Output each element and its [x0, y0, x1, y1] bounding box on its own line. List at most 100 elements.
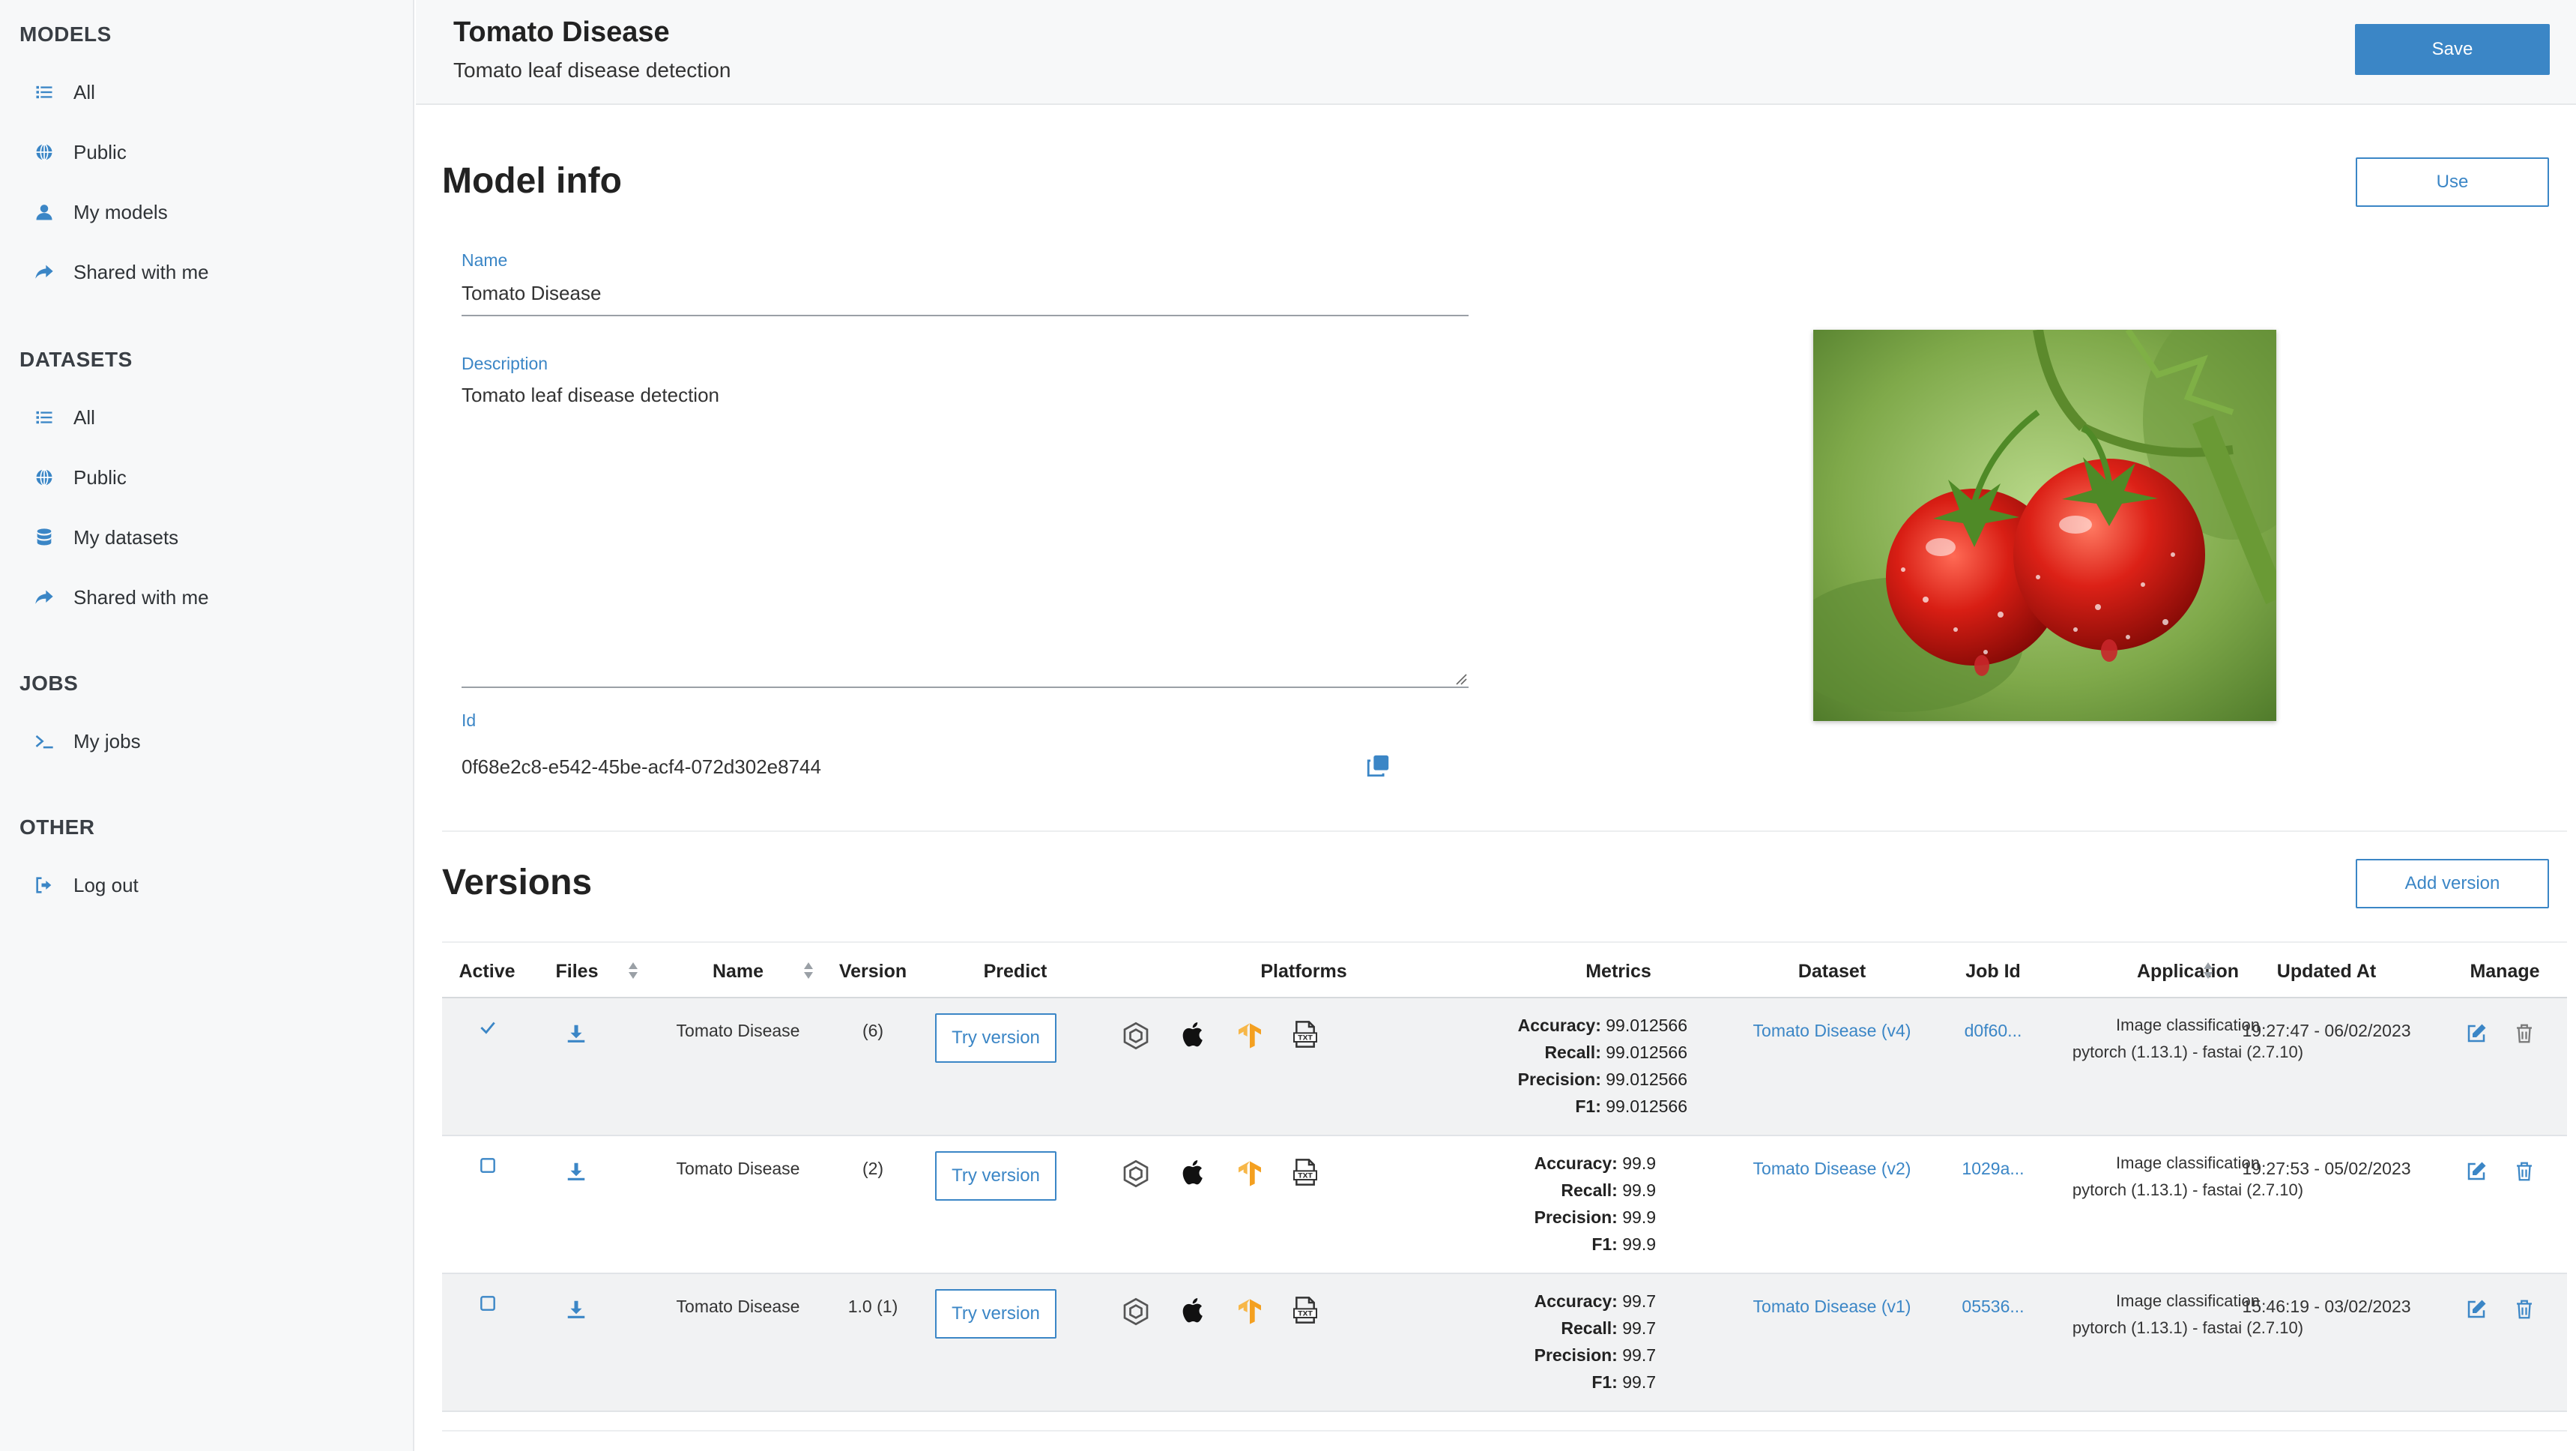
dataset-link[interactable]: Tomato Disease (v1)	[1731, 1297, 1933, 1317]
sidebar-item-my-datasets[interactable]: My datasets	[33, 519, 393, 556]
checkbox-icon[interactable]	[478, 1294, 498, 1313]
logout-icon	[33, 874, 55, 896]
sidebar-item-label: Shared with me	[73, 585, 209, 609]
sort-icon[interactable]	[803, 961, 814, 980]
download-icon[interactable]	[565, 1298, 587, 1321]
version-metrics: Accuracy: 99.7 Recall: 99.7 Precision: 9…	[1534, 1291, 1656, 1392]
edit-icon[interactable]	[2465, 1298, 2488, 1321]
sidebar-section-models: MODELS	[19, 22, 112, 46]
sidebar-item-label: Public	[73, 465, 127, 489]
share-icon	[33, 586, 55, 609]
sidebar-item-label: My datasets	[73, 525, 179, 549]
table-header: Active Files Name Version Predict Platfo…	[442, 941, 2567, 998]
table-row: Tomato Disease (2) Try version TXT Accur…	[442, 1136, 2567, 1274]
check-icon[interactable]	[478, 1018, 498, 1037]
version-metrics: Accuracy: 99.9 Recall: 99.9 Precision: 9…	[1534, 1153, 1656, 1254]
job-id-link[interactable]: d0f60...	[1933, 1021, 2053, 1041]
list-icon	[33, 81, 55, 103]
description-field[interactable]: Tomato leaf disease detection	[462, 384, 719, 407]
sidebar-item-label: Log out	[73, 873, 139, 896]
try-version-button[interactable]: Try version	[935, 1289, 1056, 1339]
trash-icon[interactable]	[2513, 1022, 2536, 1045]
share-icon	[33, 261, 55, 283]
name-field[interactable]: Tomato Disease	[462, 282, 601, 305]
add-version-button[interactable]: Add version	[2356, 859, 2549, 908]
col-platforms: Platforms	[1260, 960, 1347, 982]
save-button[interactable]: Save	[2355, 24, 2550, 75]
edit-icon[interactable]	[2465, 1022, 2488, 1045]
description-field-label: Description	[462, 354, 548, 373]
apple-icon	[1182, 1298, 1203, 1323]
sidebar-section-jobs: JOBS	[19, 672, 79, 695]
page-title: Tomato Disease	[453, 16, 670, 48]
dataset-link[interactable]: Tomato Disease (v2)	[1731, 1159, 1933, 1179]
sidebar-item-datasets-public[interactable]: Public	[33, 459, 393, 496]
trash-icon[interactable]	[2513, 1160, 2536, 1183]
terminal-icon	[33, 730, 55, 752]
table-row: Tomato Disease (6) Try version TXT Accur…	[442, 998, 2567, 1136]
col-version: Version	[838, 960, 907, 982]
col-dataset: Dataset	[1798, 960, 1866, 982]
job-id-link[interactable]: 1029a...	[1933, 1159, 2053, 1179]
resize-grip-icon[interactable]	[1454, 672, 1467, 685]
versions-table: Active Files Name Version Predict Platfo…	[442, 941, 2567, 1412]
col-manage: Manage	[2470, 960, 2540, 982]
col-job-id: Job Id	[1965, 960, 2021, 982]
tensorflow-icon	[1239, 1299, 1261, 1324]
sidebar-item-models-public[interactable]: Public	[33, 133, 393, 171]
download-icon[interactable]	[565, 1160, 587, 1183]
version-updated-at: 15:46:19 - 03/02/2023	[2242, 1297, 2411, 1316]
try-version-button[interactable]: Try version	[935, 1151, 1056, 1201]
version-name: Tomato Disease	[676, 1159, 800, 1178]
versions-title: Versions	[442, 863, 593, 902]
page-header: Tomato Disease Tomato leaf disease detec…	[416, 0, 2576, 105]
sidebar-item-label: All	[73, 405, 95, 429]
version-metrics: Accuracy: 99.012566 Recall: 99.012566 Pr…	[1517, 1016, 1687, 1116]
database-icon	[33, 526, 55, 549]
download-icon[interactable]	[565, 1022, 587, 1045]
version-name: Tomato Disease	[676, 1021, 800, 1040]
sidebar-item-models-shared[interactable]: Shared with me	[33, 253, 393, 291]
try-version-button[interactable]: Try version	[935, 1013, 1056, 1063]
list-icon	[33, 406, 55, 429]
tensorflow-icon	[1239, 1023, 1261, 1049]
svg-text:TXT: TXT	[1298, 1310, 1313, 1318]
sidebar-item-my-jobs[interactable]: My jobs	[33, 723, 393, 760]
dataset-link[interactable]: Tomato Disease (v4)	[1731, 1021, 1933, 1041]
page-subtitle: Tomato leaf disease detection	[453, 58, 731, 82]
version-updated-at: 19:27:47 - 06/02/2023	[2242, 1021, 2411, 1040]
svg-text:TXT: TXT	[1298, 1034, 1313, 1043]
sidebar-item-models-all[interactable]: All	[33, 73, 393, 111]
trash-icon[interactable]	[2513, 1298, 2536, 1321]
id-value: 0f68e2c8-e542-45be-acf4-072d302e8744	[462, 755, 821, 778]
col-metrics: Metrics	[1585, 960, 1651, 982]
sort-icon[interactable]	[628, 961, 638, 980]
edit-icon[interactable]	[2465, 1160, 2488, 1183]
table-row: Tomato Disease 1.0 (1) Try version TXT A…	[442, 1274, 2567, 1412]
sidebar-item-my-models[interactable]: My models	[33, 193, 393, 231]
sidebar-item-log-out[interactable]: Log out	[33, 866, 393, 904]
globe-icon	[33, 466, 55, 489]
description-field-underline	[462, 687, 1469, 688]
checkbox-icon[interactable]	[478, 1156, 498, 1175]
tensorflow-icon	[1239, 1161, 1261, 1186]
copy-icon[interactable]	[1365, 753, 1391, 779]
use-button[interactable]: Use	[2356, 157, 2549, 207]
sidebar-item-label: My jobs	[73, 729, 141, 752]
version-number: (2)	[862, 1159, 884, 1178]
onnx-icon	[1123, 1297, 1149, 1326]
model-info-title: Model info	[442, 161, 622, 201]
onnx-icon	[1123, 1022, 1149, 1050]
txt-file-icon: TXT	[1293, 1159, 1317, 1186]
sidebar-item-label: Public	[73, 140, 127, 163]
onnx-icon	[1123, 1159, 1149, 1188]
sidebar-item-label: Shared with me	[73, 260, 209, 283]
job-id-link[interactable]: 05536...	[1933, 1297, 2053, 1317]
txt-file-icon: TXT	[1293, 1021, 1317, 1048]
col-files: Files	[555, 960, 599, 982]
sidebar-section-datasets: DATASETS	[19, 348, 133, 371]
sidebar-item-datasets-shared[interactable]: Shared with me	[33, 579, 393, 616]
name-field-label: Name	[462, 250, 508, 270]
sidebar-item-datasets-all[interactable]: All	[33, 399, 393, 436]
version-name: Tomato Disease	[676, 1297, 800, 1316]
